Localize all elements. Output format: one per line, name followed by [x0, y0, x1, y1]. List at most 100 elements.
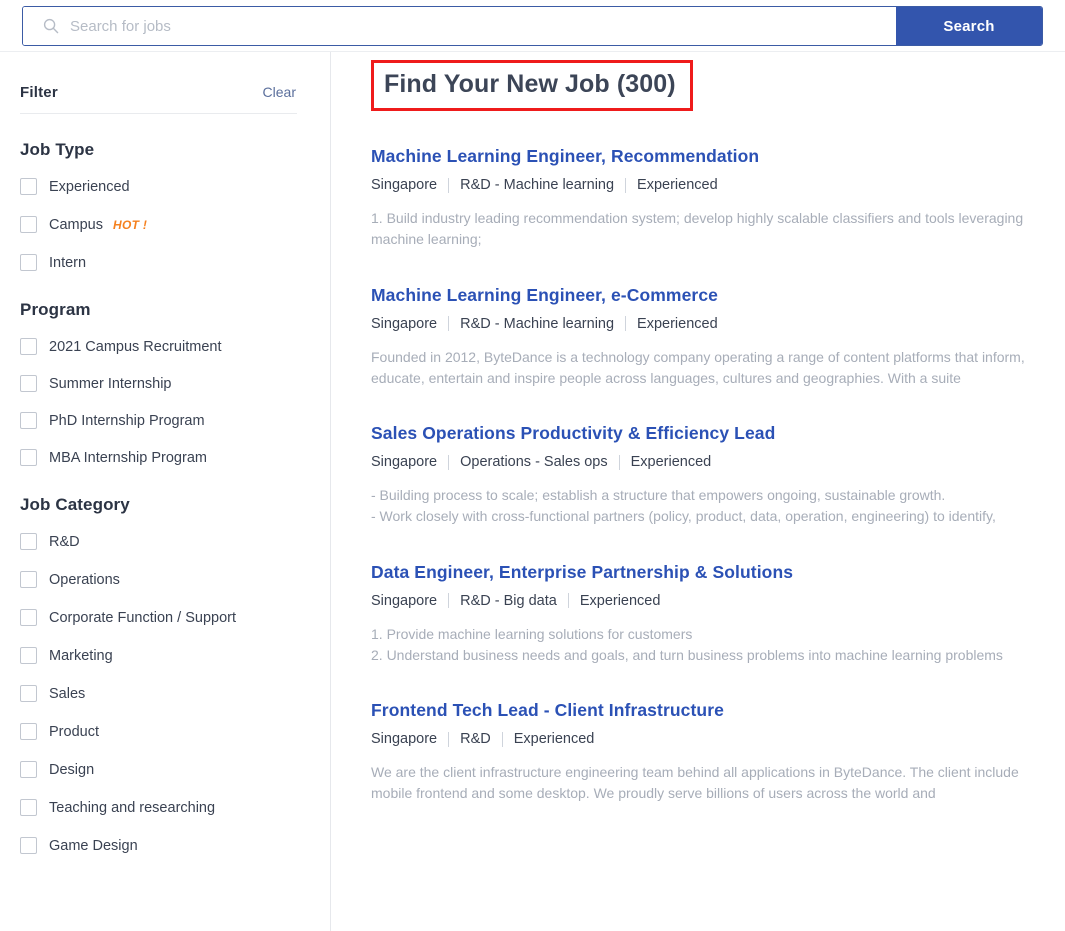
job-title-link[interactable]: Data Engineer, Enterprise Partnership & … [371, 562, 1031, 583]
filter-groups: Job Type Experienced Campus HOT ! Intern Prog… [20, 140, 296, 857]
meta-separator [448, 316, 450, 332]
filter-divider [20, 113, 297, 114]
job-meta: Singapore R&D - Machine learning Experienc… [371, 316, 1031, 332]
job-location: Singapore [371, 454, 438, 471]
job-card[interactable]: Frontend Tech Lead - Client Infrastructu… [371, 700, 1031, 805]
search-button[interactable]: Search [896, 7, 1042, 45]
checkbox-icon[interactable] [20, 837, 37, 854]
checkbox-icon[interactable] [20, 723, 37, 740]
search-input[interactable] [70, 7, 896, 45]
filter-option-product[interactable]: Product [20, 720, 296, 743]
checkbox-icon[interactable] [20, 338, 37, 355]
job-category: R&D - Machine learning [460, 315, 615, 332]
meta-separator [448, 593, 450, 609]
filter-option-label: Corporate Function / Support [49, 609, 236, 626]
job-category: R&D - Big data [460, 592, 557, 609]
filter-group-job-category: Job Category R&D Operations Corporate Funct… [20, 495, 296, 857]
filter-option-sales[interactable]: Sales [20, 682, 296, 705]
meta-separator [448, 177, 450, 193]
filter-option-design[interactable]: Design [20, 758, 296, 781]
meta-separator [618, 454, 620, 470]
meta-separator [625, 177, 627, 193]
job-title-link[interactable]: Machine Learning Engineer, Recommendatio… [371, 146, 1031, 167]
filter-option-campus[interactable]: Campus HOT ! [20, 213, 296, 236]
filter-option-label: Experienced [49, 178, 130, 195]
filter-option-summer-internship[interactable]: Summer Internship [20, 372, 296, 395]
filter-option-corporate-function-support[interactable]: Corporate Function / Support [20, 606, 296, 629]
hot-badge: HOT ! [113, 217, 148, 232]
checkbox-icon[interactable] [20, 799, 37, 816]
filter-option-r-d[interactable]: R&D [20, 530, 296, 553]
job-title-link[interactable]: Machine Learning Engineer, e-Commerce [371, 285, 1031, 306]
filter-group-title: Job Category [20, 495, 130, 514]
filter-option-label: Summer Internship [49, 375, 172, 392]
filter-option-experienced[interactable]: Experienced [20, 175, 296, 198]
search-icon [43, 18, 59, 34]
job-results-panel: Find Your New Job (300) Machine Learning… [331, 52, 1065, 931]
checkbox-icon[interactable] [20, 761, 37, 778]
checkbox-icon[interactable] [20, 254, 37, 271]
job-title-link[interactable]: Sales Operations Productivity & Efficien… [371, 423, 1031, 444]
meta-separator [625, 316, 627, 332]
filter-option-label: R&D [49, 533, 80, 550]
checkbox-icon[interactable] [20, 647, 37, 664]
job-type: Experienced [630, 454, 712, 471]
job-card[interactable]: Data Engineer, Enterprise Partnership & … [371, 562, 1031, 667]
clear-filters-link[interactable]: Clear [263, 84, 296, 100]
filter-option-label: Operations [49, 571, 120, 588]
filter-sidebar: Filter Clear Job Type Experienced Campus HO… [0, 52, 331, 931]
checkbox-icon[interactable] [20, 685, 37, 702]
filter-option-label: Design [49, 761, 95, 778]
filter-header: Filter Clear [20, 52, 296, 101]
filter-option-mba-internship-program[interactable]: MBA Internship Program [20, 446, 296, 469]
checkbox-icon[interactable] [20, 609, 37, 626]
job-description: We are the client infrastructure enginee… [371, 764, 1019, 802]
job-type: Experienced [637, 315, 718, 332]
job-location: Singapore [371, 592, 438, 609]
filter-option-label: 2021 Campus Recruitment [49, 338, 222, 355]
filter-option-label: Game Design [49, 837, 138, 854]
job-location: Singapore [371, 731, 438, 748]
checkbox-icon[interactable] [20, 449, 37, 466]
content-area: Filter Clear Job Type Experienced Campus HO… [0, 52, 1065, 931]
checkbox-icon[interactable] [20, 533, 37, 550]
filter-option-game-design[interactable]: Game Design [20, 834, 296, 857]
job-description: 1. Provide machine learning solutions fo… [371, 625, 1003, 663]
filter-option-2021-campus-recruitment[interactable]: 2021 Campus Recruitment [20, 335, 296, 358]
filter-title: Filter [20, 84, 58, 101]
meta-separator [448, 454, 450, 470]
filter-option-operations[interactable]: Operations [20, 568, 296, 591]
filter-option-label: Teaching and researching [49, 799, 216, 816]
filter-option-label: Product [49, 723, 99, 740]
job-card[interactable]: Machine Learning Engineer, Recommendatio… [371, 146, 1031, 251]
filter-option-label: Intern [49, 254, 87, 271]
job-card[interactable]: Sales Operations Productivity & Efficien… [371, 423, 1031, 528]
filter-option-intern[interactable]: Intern [20, 251, 296, 274]
job-card[interactable]: Machine Learning Engineer, e-Commerce Sin… [371, 285, 1031, 390]
checkbox-icon[interactable] [20, 178, 37, 195]
job-description: - Building process to scale; establish a… [371, 487, 996, 525]
job-type: Experienced [637, 177, 718, 193]
meta-separator [448, 731, 450, 747]
job-meta: Singapore Operations - Sales ops Experienc… [371, 454, 1031, 470]
search-field[interactable] [23, 7, 896, 45]
filter-option-phd-internship-program[interactable]: PhD Internship Program [20, 409, 296, 432]
filter-option-label: Campus [49, 216, 103, 233]
job-location: Singapore [371, 177, 438, 193]
checkbox-icon[interactable] [20, 216, 37, 233]
job-meta: Singapore R&D Experienced [371, 731, 1031, 747]
filter-option-label: PhD Internship Program [49, 412, 205, 429]
filter-option-label: Marketing [49, 647, 113, 664]
filter-option-marketing[interactable]: Marketing [20, 644, 296, 667]
job-category: R&D [460, 731, 491, 748]
checkbox-icon[interactable] [20, 412, 37, 429]
job-category: R&D - Machine learning [460, 177, 615, 193]
job-type: Experienced [513, 731, 595, 748]
filter-group-job-type: Job Type Experienced Campus HOT ! Intern [20, 140, 296, 274]
job-meta: Singapore R&D - Big data Experienced [371, 593, 1031, 609]
checkbox-icon[interactable] [20, 375, 37, 392]
job-description: Founded in 2012, ByteDance is a technolo… [371, 348, 1025, 386]
filter-option-teaching-and-researching[interactable]: Teaching and researching [20, 796, 296, 819]
job-title-link[interactable]: Frontend Tech Lead - Client Infrastructu… [371, 700, 1031, 721]
checkbox-icon[interactable] [20, 571, 37, 588]
